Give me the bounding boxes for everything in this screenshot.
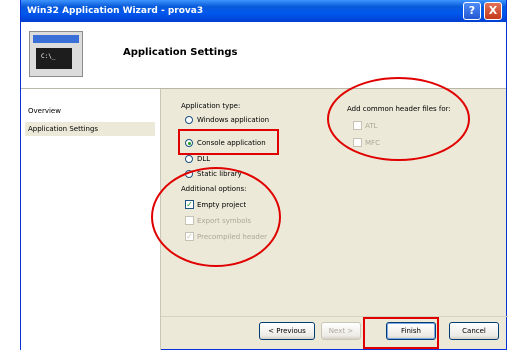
radio-dll[interactable]: DLL	[185, 154, 210, 164]
console-application-highlight	[178, 129, 279, 155]
radio-icon	[185, 116, 193, 124]
cancel-button[interactable]: Cancel	[449, 322, 499, 340]
wizard-header: C:\_ Application Settings	[21, 22, 506, 89]
application-type-label: Application type:	[181, 102, 241, 110]
close-button[interactable]: X	[484, 2, 502, 20]
wizard-window: Win32 Application Wizard - prova3 ? X C:…	[20, 0, 508, 350]
window-bar-graphic	[33, 35, 79, 43]
button-separator	[161, 316, 508, 317]
console-app-icon: C:\_	[29, 31, 83, 77]
page-title: Application Settings	[123, 47, 238, 58]
title-bar: Win32 Application Wizard - prova3 ? X	[21, 0, 506, 22]
finish-button-highlight	[363, 317, 439, 349]
help-button[interactable]: ?	[463, 2, 481, 20]
sidebar-item-overview[interactable]: Overview	[25, 104, 155, 118]
previous-button[interactable]: < Previous	[259, 322, 315, 340]
radio-windows-application[interactable]: Windows application	[185, 115, 269, 125]
common-headers-highlight	[327, 77, 470, 161]
additional-options-highlight	[151, 167, 281, 267]
wizard-sidebar: Overview Application Settings	[21, 89, 161, 350]
console-screen-graphic: C:\_	[36, 48, 72, 69]
window-title: Win32 Application Wizard - prova3	[27, 6, 204, 16]
radio-icon	[185, 155, 193, 163]
sidebar-item-application-settings[interactable]: Application Settings	[25, 122, 155, 136]
next-button: Next >	[321, 322, 361, 340]
